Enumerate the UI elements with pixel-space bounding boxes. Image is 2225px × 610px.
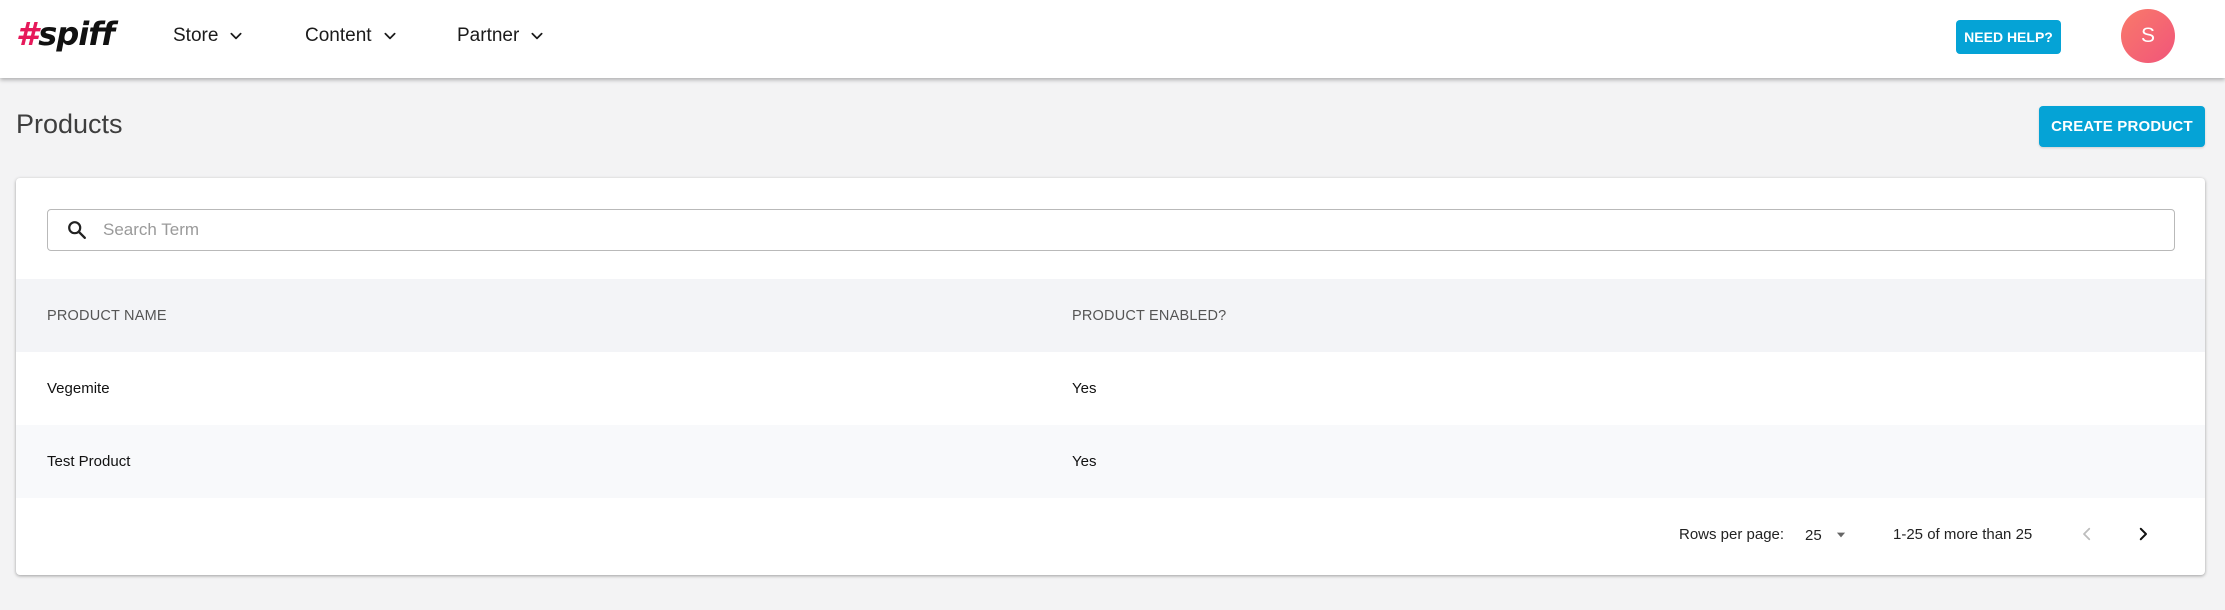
chevron-down-icon [531,32,543,40]
nav-partner-menu[interactable]: Partner [457,22,545,50]
pagination-footer: Rows per page: 25 1-25 of more than 25 [16,498,2205,575]
spiff-logo[interactable]: # spiff [16,14,115,54]
product-name-cell: Test Product [47,453,131,470]
column-header-product-name[interactable]: PRODUCT NAME [47,279,167,352]
chevron-down-icon [384,32,396,40]
chevron-right-icon [2139,527,2147,541]
logo-hash: # [16,15,38,53]
caret-down-icon [1836,532,1845,538]
product-enabled-cell: Yes [1072,380,1097,397]
need-help-button[interactable]: NEED HELP? [1956,20,2061,54]
nav-store-label: Store [173,25,219,46]
product-enabled-cell: Yes [1072,453,1097,470]
chevron-left-icon [2083,527,2091,541]
nav-content-label: Content [305,25,372,46]
column-header-product-enabled[interactable]: PRODUCT ENABLED? [1072,279,1226,352]
products-card: PRODUCT NAME PRODUCT ENABLED? Vegemite Y… [16,178,2205,575]
products-table: PRODUCT NAME PRODUCT ENABLED? Vegemite Y… [16,279,2205,498]
user-avatar[interactable]: S [2121,9,2175,63]
search-box[interactable] [47,209,2175,251]
chevron-down-icon [230,32,242,40]
create-product-button[interactable]: CREATE PRODUCT [2039,106,2205,147]
search-input[interactable] [103,212,2103,248]
table-row[interactable]: Test Product Yes [16,425,2205,498]
nav-store-menu[interactable]: Store [173,22,244,50]
page-title: Products [16,109,123,139]
top-navigation-bar: # spiff Store Content Partner NEED HELP?… [0,0,2225,78]
next-page-button[interactable] [2128,519,2158,549]
product-name-cell: Vegemite [47,380,110,397]
nav-partner-label: Partner [457,25,520,46]
logo-text: spiff [38,15,115,53]
rows-per-page-select[interactable]: 25 [1805,523,1848,547]
pagination-range-text: 1-25 of more than 25 [1893,526,2033,543]
rows-per-page-label: Rows per page: [1679,526,1785,543]
rows-per-page-value: 25 [1805,526,1822,544]
previous-page-button[interactable] [2072,519,2102,549]
table-header-row: PRODUCT NAME PRODUCT ENABLED? [16,279,2205,352]
table-row[interactable]: Vegemite Yes [16,352,2205,425]
search-icon [68,221,86,239]
nav-content-menu[interactable]: Content [305,22,398,50]
